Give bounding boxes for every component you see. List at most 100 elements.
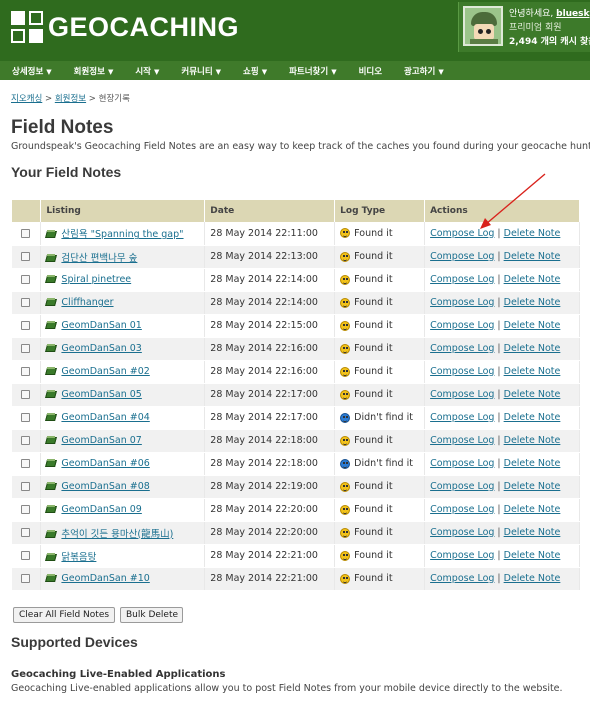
row-checkbox[interactable]: [21, 528, 30, 537]
compose-log-link[interactable]: Compose Log: [430, 251, 494, 262]
delete-note-link[interactable]: Delete Note: [504, 297, 561, 308]
avatar[interactable]: [463, 6, 503, 46]
row-checkbox[interactable]: [21, 367, 30, 376]
row-checkbox[interactable]: [21, 252, 30, 261]
delete-note-link[interactable]: Delete Note: [504, 343, 561, 354]
breadcrumb-account[interactable]: 회원정보: [55, 94, 86, 104]
cache-listing-link[interactable]: GeomDanSan 01: [61, 320, 141, 331]
username-link[interactable]: bluesky: [556, 9, 590, 19]
clear-all-field-notes-button[interactable]: Clear All Field Notes: [13, 607, 115, 623]
row-checkbox[interactable]: [21, 574, 30, 583]
nav-item-details[interactable]: 상세정보 ▼: [12, 65, 52, 77]
nav-item-advertise[interactable]: 광고하기 ▼: [404, 65, 444, 77]
nav-item-videos[interactable]: 비디오: [359, 65, 382, 77]
compose-log-link[interactable]: Compose Log: [430, 389, 494, 400]
delete-note-link[interactable]: Delete Note: [504, 458, 561, 469]
nav-item-partners[interactable]: 파트너찾기 ▼: [289, 65, 337, 77]
compose-log-link[interactable]: Compose Log: [430, 274, 494, 285]
compose-log-link[interactable]: Compose Log: [430, 481, 494, 492]
compose-log-link[interactable]: Compose Log: [430, 366, 494, 377]
cache-listing-link[interactable]: 닭볶음탕: [61, 552, 96, 563]
supported-devices-heading: Supported Devices: [11, 634, 138, 650]
nav-item-start[interactable]: 시작 ▼: [135, 65, 159, 77]
delete-note-link[interactable]: Delete Note: [504, 251, 561, 262]
delete-note-link[interactable]: Delete Note: [504, 504, 561, 515]
delete-note-link[interactable]: Delete Note: [504, 389, 561, 400]
row-checkbox[interactable]: [21, 321, 30, 330]
delete-note-link[interactable]: Delete Note: [504, 412, 561, 423]
cache-listing-link[interactable]: 검단산 편백나무 숲: [61, 253, 137, 264]
cache-listing-link[interactable]: GeomDanSan #10: [61, 573, 149, 584]
table-row: 추억이 깃든 용마산(龍馬山) 28 May 2014 22:20:00 Found…: [12, 521, 580, 545]
log-type-cell: Found it: [334, 383, 426, 407]
listing-column-header: Listing: [40, 200, 206, 222]
row-checkbox[interactable]: [21, 505, 30, 514]
cache-listing-link[interactable]: GeomDanSan #06: [61, 458, 149, 469]
compose-log-link[interactable]: Compose Log: [430, 343, 494, 354]
bulk-delete-button[interactable]: Bulk Delete: [120, 607, 183, 623]
geocaching-logo[interactable]: GEOCACHING: [10, 9, 239, 45]
cache-listing-link[interactable]: Cliffhanger: [61, 297, 113, 308]
compose-log-link[interactable]: Compose Log: [430, 573, 494, 584]
compose-log-link[interactable]: Compose Log: [430, 412, 494, 423]
table-row: GeomDanSan #04 28 May 2014 22:17:00 Didn't…: [12, 406, 580, 430]
actions-cell: Compose Log | Delete Note: [424, 337, 580, 361]
compose-log-link[interactable]: Compose Log: [430, 527, 494, 538]
delete-note-link[interactable]: Delete Note: [504, 573, 561, 584]
compose-log-link[interactable]: Compose Log: [430, 504, 494, 515]
delete-note-link[interactable]: Delete Note: [504, 527, 561, 538]
actions-cell: Compose Log | Delete Note: [424, 383, 580, 407]
delete-note-link[interactable]: Delete Note: [504, 320, 561, 331]
row-checkbox[interactable]: [21, 413, 30, 422]
dnf-smiley-icon: [340, 458, 351, 469]
cache-listing-link[interactable]: GeomDanSan 03: [61, 343, 141, 354]
row-checkbox[interactable]: [21, 298, 30, 307]
table-row: GeomDanSan 09 28 May 2014 22:20:00 Found i…: [12, 498, 580, 522]
date-cell: 28 May 2014 22:11:00: [204, 222, 336, 246]
compose-log-link[interactable]: Compose Log: [430, 297, 494, 308]
compose-log-link[interactable]: Compose Log: [430, 320, 494, 331]
date-cell: 28 May 2014 22:14:00: [204, 268, 336, 292]
log-type-cell: Found it: [334, 521, 426, 545]
compose-log-link[interactable]: Compose Log: [430, 228, 494, 239]
row-checkbox[interactable]: [21, 459, 30, 468]
cache-listing-link[interactable]: GeomDanSan 05: [61, 389, 141, 400]
compose-log-link[interactable]: Compose Log: [430, 435, 494, 446]
log-type-cell: Found it: [334, 222, 426, 246]
delete-note-link[interactable]: Delete Note: [504, 435, 561, 446]
row-select-cell: [12, 337, 42, 361]
nav-item-community[interactable]: 커뮤니티 ▼: [181, 65, 221, 77]
breadcrumb-home[interactable]: 지오캐싱: [11, 94, 42, 104]
row-checkbox[interactable]: [21, 436, 30, 445]
cache-listing-link[interactable]: GeomDanSan 07: [61, 435, 141, 446]
delete-note-link[interactable]: Delete Note: [504, 550, 561, 561]
delete-note-link[interactable]: Delete Note: [504, 481, 561, 492]
row-checkbox[interactable]: [21, 482, 30, 491]
compose-log-link[interactable]: Compose Log: [430, 458, 494, 469]
cache-listing-link[interactable]: 추억이 깃든 용마산(龍馬山): [61, 529, 173, 540]
actions-cell: Compose Log | Delete Note: [424, 291, 580, 315]
nav-item-account[interactable]: 회원정보 ▼: [74, 65, 114, 77]
row-checkbox[interactable]: [21, 344, 30, 353]
cache-listing-link[interactable]: GeomDanSan #08: [61, 481, 149, 492]
nav-item-shop[interactable]: 쇼핑 ▼: [243, 65, 267, 77]
row-checkbox[interactable]: [21, 551, 30, 560]
cache-listing-link[interactable]: GeomDanSan #02: [61, 366, 149, 377]
cache-listing-link[interactable]: 산림욕 "Spanning the gap": [61, 229, 183, 240]
delete-note-link[interactable]: Delete Note: [504, 366, 561, 377]
actions-cell: Compose Log | Delete Note: [424, 429, 580, 453]
listing-cell: 산림욕 "Spanning the gap": [40, 222, 206, 246]
compose-log-link[interactable]: Compose Log: [430, 550, 494, 561]
cache-listing-link[interactable]: GeomDanSan 09: [61, 504, 141, 515]
delete-note-link[interactable]: Delete Note: [504, 274, 561, 285]
log-type-cell: Found it: [334, 314, 426, 338]
log-type-label: Found it: [354, 343, 393, 354]
row-checkbox[interactable]: [21, 228, 30, 238]
row-checkbox[interactable]: [21, 275, 30, 284]
cache-listing-link[interactable]: GeomDanSan #04: [61, 412, 149, 423]
delete-note-link[interactable]: Delete Note: [504, 228, 561, 239]
date-cell: 28 May 2014 22:20:00: [204, 521, 336, 545]
row-checkbox[interactable]: [21, 390, 30, 399]
table-row: GeomDanSan 01 28 May 2014 22:15:00 Found i…: [12, 314, 580, 338]
cache-listing-link[interactable]: Spiral pinetree: [61, 274, 131, 285]
